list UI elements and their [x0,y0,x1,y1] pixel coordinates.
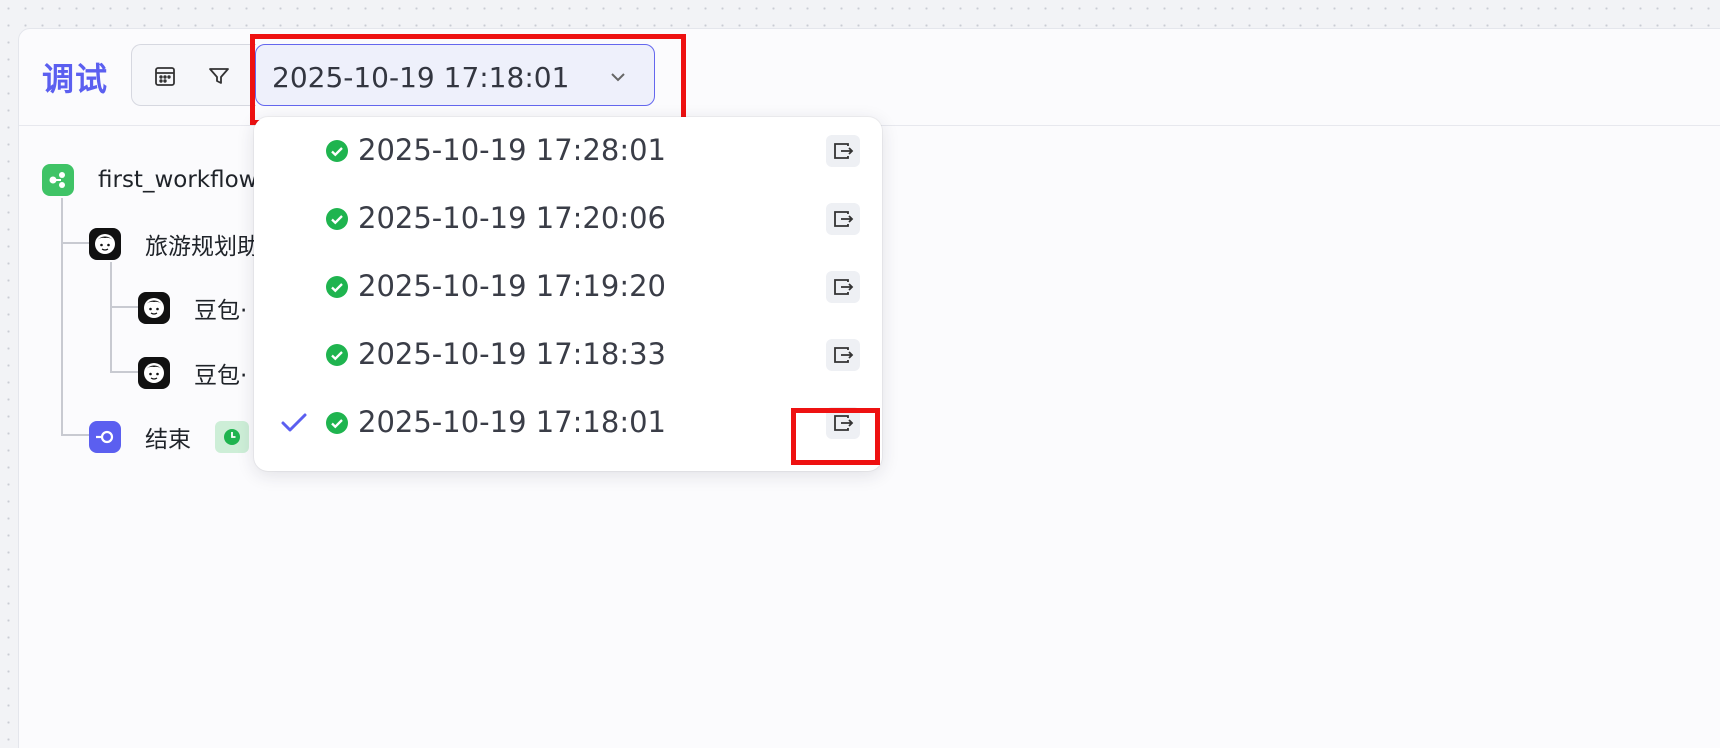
open-run-button[interactable] [826,407,860,439]
run-option[interactable]: 2025-10-19 17:18:33 [254,321,882,389]
agent-avatar-icon [89,228,121,260]
open-run-button[interactable] [826,271,860,303]
run-option[interactable]: 2025-10-19 17:28:01 [254,117,882,185]
success-check-icon [326,208,348,230]
success-check-icon [326,276,348,298]
tree-node-label: 豆包· [194,298,248,324]
tree-node-llm-2[interactable]: 豆包· [138,356,247,390]
calendar-icon [155,67,175,86]
calendar-button[interactable] [150,61,180,91]
checkmark-icon [281,413,307,432]
tree-node-llm-1[interactable]: 豆包· [138,291,247,325]
open-run-button[interactable] [826,203,860,235]
run-option-selected[interactable]: 2025-10-19 17:18:01 [254,389,882,457]
tree-node-label: first_workflow [98,167,258,193]
tree-connector [110,306,138,308]
tree-connector [110,262,112,372]
duration-badge [215,421,249,453]
agent-avatar-icon [138,292,170,324]
run-option-time: 2025-10-19 17:28:01 [358,133,666,167]
tree-node-agent[interactable]: 旅游规划助 [89,227,260,261]
toolbar [131,44,256,106]
run-option[interactable]: 2025-10-19 17:20:06 [254,185,882,253]
workflow-icon [42,164,74,196]
open-run-button[interactable] [826,339,860,371]
open-run-icon [834,211,854,227]
run-option[interactable]: 2025-10-19 17:19:20 [254,253,882,321]
end-node-icon [89,421,121,453]
open-run-icon [834,415,854,431]
filter-button[interactable] [204,61,234,91]
run-option-time: 2025-10-19 17:18:01 [358,405,666,439]
tree-node-workflow[interactable]: first_workflow [42,164,257,196]
tree-node-label: 豆包· [194,363,248,389]
filter-icon [209,68,229,84]
run-option-time: 2025-10-19 17:20:06 [358,201,666,235]
chevron-down-icon [611,73,625,82]
tree-connector [61,434,89,436]
tree-node-label: 旅游规划助 [145,234,260,260]
clock-icon [224,429,240,445]
run-option-time: 2025-10-19 17:18:33 [358,337,666,371]
tree-connector [110,371,138,373]
tree-node-end[interactable]: 结束 [89,420,249,454]
open-run-icon [834,143,854,159]
open-run-icon [834,279,854,295]
run-option-time: 2025-10-19 17:19:20 [358,269,666,303]
tree-node-label: 结束 [145,427,191,453]
run-dropdown-menu: 2025-10-19 17:28:01 2025-10-19 17:20:06 … [254,117,882,471]
open-run-button[interactable] [826,135,860,167]
success-check-icon [326,412,348,434]
page-title: 调试 [42,60,109,98]
success-check-icon [326,344,348,366]
success-check-icon [326,140,348,162]
run-selector-value: 2025-10-19 17:18:01 [272,61,570,94]
tree-connector [61,242,89,244]
tree-connector [61,198,63,434]
agent-avatar-icon [138,357,170,389]
open-run-icon [834,347,854,363]
run-selector[interactable]: 2025-10-19 17:18:01 [255,44,655,106]
